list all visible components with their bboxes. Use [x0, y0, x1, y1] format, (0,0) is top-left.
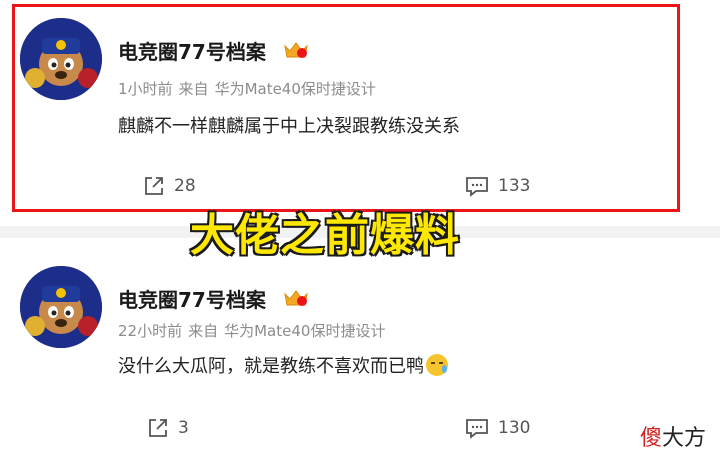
- avatar[interactable]: [20, 18, 102, 100]
- watermark-part1: 傻: [639, 426, 662, 451]
- username[interactable]: 电竞圈77号档案: [118, 284, 266, 313]
- avatar[interactable]: [20, 266, 102, 348]
- share-count: 28: [174, 176, 196, 196]
- highlight-box: [12, 4, 680, 212]
- device-source[interactable]: 华为Mate40保时捷设计: [215, 80, 376, 98]
- post-time: 22小时前: [118, 322, 183, 340]
- post-content: 麒麟不一样麒麟属于中上决裂跟教练没关系: [118, 116, 460, 137]
- comment-button[interactable]: 133: [464, 174, 530, 198]
- source-prefix: 来自: [188, 322, 219, 340]
- share-icon: [145, 177, 163, 195]
- post-meta: 22小时前 来自 华为Mate40保时捷设计: [118, 320, 391, 341]
- device-source[interactable]: 华为Mate40保时捷设计: [224, 322, 385, 340]
- post-time: 1小时前: [118, 80, 173, 98]
- comment-count: 130: [498, 418, 531, 438]
- post-card-1[interactable]: 电竞圈77号档案 1小时前 来自 华为Mate40保时捷设计 麒麟不一样麒麟属于中上…: [0, 0, 720, 222]
- comment-count: 133: [498, 176, 531, 196]
- comment-icon: [466, 419, 488, 439]
- watermark-part2: 大方: [661, 426, 706, 451]
- watermark: 傻大方: [640, 420, 706, 452]
- caption-banner: 大佬之前爆料: [189, 209, 460, 262]
- share-icon: [149, 419, 167, 437]
- vip-crown-icon: [283, 40, 309, 60]
- post-card-2[interactable]: 电竞圈77号档案 22小时前 来自 华为Mate40保时捷设计 没什么大瓜阿，就是教…: [0, 240, 720, 472]
- comment-icon: [466, 177, 488, 197]
- vip-crown-icon: [283, 288, 309, 308]
- share-button[interactable]: 28: [142, 174, 196, 198]
- source-prefix: 来自: [178, 80, 209, 98]
- post-content-text: 没什么大瓜阿，就是教练不喜欢而已鸭: [118, 356, 424, 377]
- share-button[interactable]: 3: [146, 416, 189, 440]
- sweat-emoji-icon: [426, 354, 448, 376]
- share-count: 3: [178, 418, 189, 438]
- post-meta: 1小时前 来自 华为Mate40保时捷设计: [118, 78, 382, 99]
- username[interactable]: 电竞圈77号档案: [118, 36, 266, 65]
- comment-button[interactable]: 130: [464, 416, 530, 440]
- post-content: 没什么大瓜阿，就是教练不喜欢而已鸭: [118, 352, 448, 378]
